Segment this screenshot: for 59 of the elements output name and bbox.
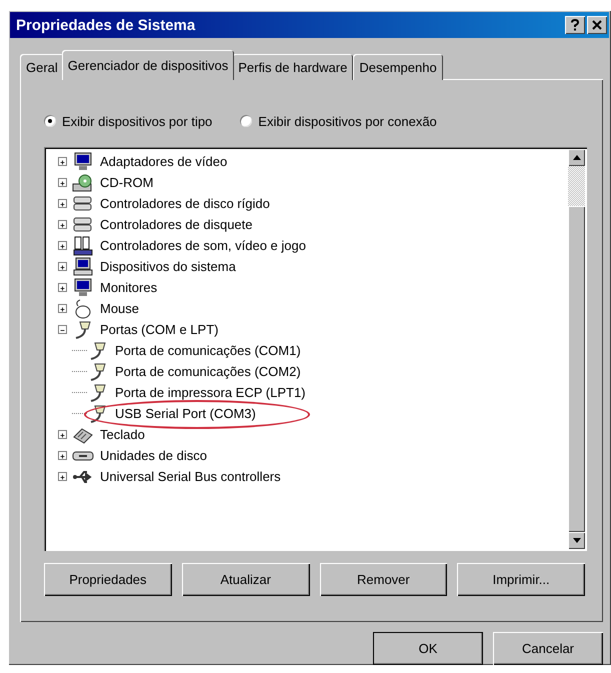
tree-item[interactable]: Monitores — [100, 280, 158, 295]
radio-button[interactable] — [240, 115, 252, 127]
tree-item[interactable]: Teclado — [100, 427, 145, 442]
tree-item[interactable]: Controladores de disco rígido — [100, 196, 270, 211]
expand-icon[interactable] — [58, 430, 67, 439]
tree-item[interactable]: USB Serial Port (COM3) — [115, 406, 256, 421]
dialog-button[interactable]: Cancelar — [493, 632, 603, 665]
collapse-icon[interactable] — [58, 325, 67, 334]
expand-icon[interactable] — [58, 472, 67, 481]
radio-label[interactable]: Exibir dispositivos por conexão — [258, 114, 437, 128]
tree-item[interactable]: Porta de impressora ECP (LPT1) — [115, 385, 306, 400]
tree-item[interactable]: Porta de comunicações (COM1) — [115, 343, 301, 358]
disc-drive-icon — [72, 172, 94, 192]
tab[interactable]: Perfis de hardware — [232, 54, 354, 80]
dialog-button[interactable]: OK — [373, 632, 483, 665]
disk-drive-icon — [72, 214, 94, 234]
tree-item[interactable]: Adaptadores de vídeo — [100, 154, 228, 169]
radio-button[interactable] — [44, 115, 56, 127]
window-title: Propriedades de Sistema — [16, 16, 196, 34]
radio-label[interactable]: Exibir dispositivos por tipo — [62, 114, 212, 128]
tree-item[interactable]: Mouse — [100, 301, 140, 316]
expand-icon[interactable] — [58, 157, 67, 166]
tab[interactable]: Desempenho — [353, 54, 443, 80]
disk-drive-icon — [72, 194, 94, 214]
expand-icon[interactable] — [58, 283, 67, 292]
computer-icon — [72, 256, 94, 276]
down-arrow-icon — [572, 538, 580, 543]
expand-icon[interactable] — [58, 220, 67, 229]
action-button[interactable]: Remover — [320, 563, 448, 596]
tab[interactable]: Gerenciador de dispositivos — [62, 50, 234, 80]
help-button[interactable] — [565, 16, 585, 34]
expand-icon[interactable] — [58, 304, 67, 313]
action-button[interactable]: Propriedades — [44, 563, 172, 596]
expand-icon[interactable] — [58, 262, 67, 271]
help-icon — [570, 19, 580, 31]
scroll-down-button[interactable] — [568, 532, 585, 549]
scroll-up-button[interactable] — [568, 149, 585, 166]
monitor-icon — [72, 278, 94, 298]
tree-item[interactable]: Unidades de disco — [100, 448, 207, 463]
tree-item[interactable]: Porta de comunicações (COM2) — [115, 364, 301, 379]
speaker-icon — [72, 236, 94, 256]
expand-icon[interactable] — [58, 451, 67, 460]
tab[interactable]: Geral — [20, 54, 64, 80]
tree-item[interactable]: Portas (COM e LPT) — [100, 322, 218, 337]
tree-item[interactable]: Universal Serial Bus controllers — [100, 469, 281, 484]
close-icon — [592, 20, 602, 30]
tree-item[interactable]: Dispositivos do sistema — [100, 259, 236, 274]
scrollbar-thumb[interactable] — [568, 206, 585, 532]
tree-item[interactable]: CD-ROM — [100, 175, 154, 190]
close-button[interactable] — [587, 16, 607, 34]
expand-icon[interactable] — [58, 241, 67, 250]
up-arrow-icon — [572, 155, 580, 160]
tree-item[interactable]: Controladores de disquete — [100, 217, 252, 232]
monitor-icon — [72, 152, 94, 172]
action-button[interactable]: Atualizar — [182, 563, 310, 596]
expand-icon[interactable] — [58, 178, 67, 187]
tree-item[interactable]: Controladores de som, vídeo e jogo — [100, 238, 306, 253]
action-button[interactable]: Imprimir... — [457, 563, 585, 596]
expand-icon[interactable] — [58, 199, 67, 208]
